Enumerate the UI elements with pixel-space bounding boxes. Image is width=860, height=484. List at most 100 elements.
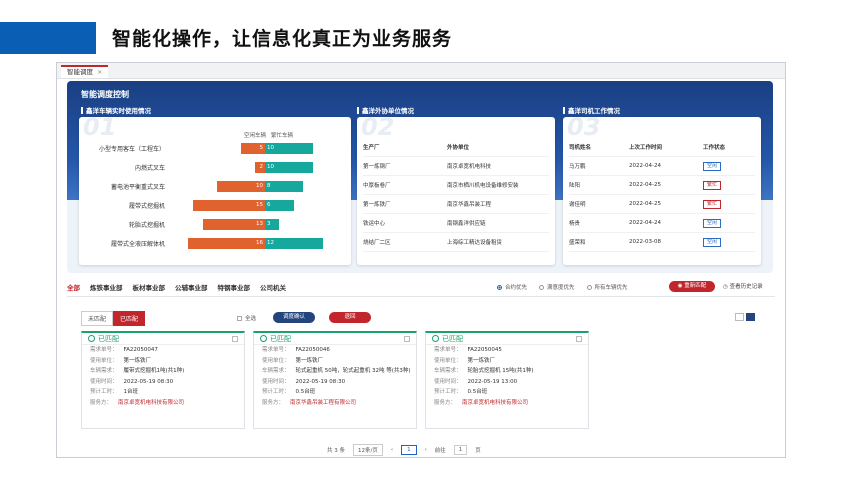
priority-radios: 合约优先 满意度优先 所有车辆优先 bbox=[497, 283, 628, 291]
field-value: FA22050046 bbox=[295, 347, 330, 353]
busy-bar: 3 bbox=[265, 219, 280, 230]
field-label: 预计工时： bbox=[90, 389, 118, 395]
panel-number: 01 bbox=[83, 117, 117, 141]
dept-tab[interactable]: 特钢事业部 bbox=[218, 282, 251, 292]
card-checkbox[interactable] bbox=[576, 336, 582, 342]
view-history-link[interactable]: ◷ 查看历史记录 bbox=[723, 282, 763, 290]
list-view-icon[interactable] bbox=[735, 313, 744, 321]
partner-cell: 上海综工精达设备租赁 bbox=[447, 240, 503, 246]
goto-page-input[interactable]: 1 bbox=[453, 445, 468, 455]
dispatch-confirm-button[interactable]: 调度确认 bbox=[273, 312, 315, 323]
pagination: 共 3 条 12条/页 ‹ 1 › 前往 1 页 bbox=[327, 444, 481, 456]
driver-name-cell: 陆阳 bbox=[569, 183, 581, 189]
field-label: 使用单位： bbox=[90, 357, 118, 364]
order-card[interactable]: 已匹配 需求单号： FA22050046 使用单位： 第一炼铁厂 车辆需求： 轮式起重机 5… bbox=[253, 331, 417, 429]
check-circle-icon bbox=[260, 335, 267, 342]
radio-own-vehicle-first[interactable]: 所有车辆优先 bbox=[586, 283, 628, 291]
vehicle-bar-row: 小型专用客车（工程车） 5 10 bbox=[79, 143, 349, 155]
field-label: 车辆需求： bbox=[90, 368, 118, 374]
busy-bar: 10 bbox=[265, 143, 313, 154]
field-label: 使用时间： bbox=[90, 378, 118, 385]
radio-icon bbox=[586, 285, 592, 290]
order-card-header: 已匹配 bbox=[82, 333, 244, 345]
partner-cell: 南钢鑫洋供应链 bbox=[447, 221, 486, 227]
card-checkbox[interactable] bbox=[404, 336, 410, 342]
busy-value: 12 bbox=[267, 240, 274, 246]
order-card[interactable]: 已匹配 需求单号： FA22050047 使用单位： 第一炼铁厂 车辆需求： 履带式挖掘机1… bbox=[81, 331, 245, 429]
field-label: 使用时间： bbox=[434, 378, 462, 385]
next-page-button[interactable]: › bbox=[425, 447, 427, 453]
field-label: 服务方： bbox=[262, 399, 285, 406]
table-header: 生产厂 外协单位 bbox=[363, 137, 549, 157]
radio-contract-first[interactable]: 合约优先 bbox=[497, 283, 527, 291]
rematch-button[interactable]: ◉ 重新匹配 bbox=[669, 281, 715, 292]
last-work-date-cell: 2022-04-25 bbox=[629, 182, 661, 188]
busy-bar: 10 bbox=[265, 162, 313, 173]
match-status-tabs: 未匹配 已匹配 bbox=[81, 311, 146, 326]
current-page[interactable]: 1 bbox=[401, 445, 417, 455]
idle-value: 16 bbox=[255, 240, 263, 246]
prev-page-button[interactable]: ‹ bbox=[391, 447, 393, 453]
table-row: 中厚板卷厂 南京市栖川机电设备维修安装 bbox=[363, 176, 549, 195]
match-status: 已匹配 bbox=[98, 335, 119, 343]
checkbox-icon bbox=[237, 316, 242, 321]
field-label: 预计工时： bbox=[434, 389, 462, 395]
idle-bar: 13 bbox=[202, 219, 265, 230]
panel-title-vehicles: 鑫洋车辆实时使用情况 bbox=[81, 105, 151, 115]
tab-bar: 智能调度 × bbox=[57, 63, 785, 79]
field-value: 南京华鑫吊装工程有限公司 bbox=[290, 399, 357, 406]
tab-dispatch[interactable]: 智能调度 × bbox=[61, 65, 109, 78]
radio-satisfaction-first[interactable]: 满意度优先 bbox=[539, 283, 575, 291]
radio-icon bbox=[539, 285, 545, 290]
dept-tab[interactable]: 公辅事业部 bbox=[175, 282, 208, 292]
legend-idle: 空闲车辆 bbox=[244, 133, 267, 139]
field-value: 2022-05-19 08:30 bbox=[123, 378, 174, 385]
order-field: 使用时间： 2022-05-19 08:30 bbox=[82, 377, 244, 388]
field-value: 轮式起重机 50吨，轮式起重机 32吨 等(共3种) bbox=[295, 368, 411, 374]
close-icon[interactable]: × bbox=[97, 68, 102, 76]
status-badge: 繁忙 bbox=[703, 180, 722, 190]
return-button[interactable]: 退回 bbox=[329, 312, 371, 323]
order-field: 需求单号： FA22050045 bbox=[426, 345, 588, 356]
order-field: 使用单位： 第一炼铁厂 bbox=[82, 356, 244, 367]
legend-busy: 繁忙车辆 bbox=[271, 133, 294, 139]
order-field: 车辆需求： 履带式挖掘机1吨(共1种) bbox=[82, 366, 244, 377]
vehicle-bar-row: 内燃式叉车 2 10 bbox=[79, 162, 349, 174]
table-row: 烧结厂二区 上海综工精达设备租赁 bbox=[363, 233, 549, 252]
field-value: 2022-05-19 08:30 bbox=[295, 378, 346, 385]
column-header: 外协单位 bbox=[447, 144, 470, 151]
total-count: 共 3 条 bbox=[327, 448, 345, 454]
match-status: 已匹配 bbox=[442, 335, 463, 343]
dept-tab[interactable]: 公司机关 bbox=[260, 282, 286, 292]
select-all-checkbox[interactable]: 全选 bbox=[237, 314, 256, 322]
field-value: 南京卓宽机电科技有限公司 bbox=[118, 399, 185, 406]
field-label: 服务方： bbox=[434, 399, 457, 406]
card-checkbox[interactable] bbox=[232, 336, 238, 342]
partner-table: 生产厂 外协单位 第一炼钢厂 南京卓宽机电科技 中厚板卷厂 南京市栖川机电设备维修安装… bbox=[363, 137, 549, 252]
vehicle-bar-row: 履带式全液压解体机 16 12 bbox=[79, 238, 349, 250]
page-size-select[interactable]: 12条/页 bbox=[353, 444, 383, 456]
field-label: 服务方： bbox=[90, 399, 113, 406]
radio-icon bbox=[497, 285, 502, 290]
tab-unmatched[interactable]: 未匹配 bbox=[81, 311, 114, 326]
field-label: 使用单位： bbox=[262, 357, 290, 364]
partner-cell: 南京市栖川机电设备维修安装 bbox=[447, 183, 519, 189]
busy-value: 8 bbox=[267, 183, 271, 189]
grid-view-icon[interactable] bbox=[746, 313, 755, 321]
column-header: 上次工作时间 bbox=[629, 144, 663, 151]
page-unit: 页 bbox=[475, 448, 481, 454]
tab-matched[interactable]: 已匹配 bbox=[113, 311, 146, 326]
tab-label: 智能调度 bbox=[67, 68, 93, 76]
field-label: 使用单位： bbox=[434, 357, 462, 364]
busy-value: 10 bbox=[267, 164, 274, 170]
order-card[interactable]: 已匹配 需求单号： FA22050045 使用单位： 第一炼铁厂 车辆需求： 轮胎式挖掘机 … bbox=[425, 331, 589, 429]
idle-bar: 15 bbox=[193, 200, 265, 211]
panel-title-partners: 鑫洋外协单位情况 bbox=[357, 105, 414, 115]
dept-tab[interactable]: 炼铁事业部 bbox=[90, 282, 123, 292]
field-value: FA22050045 bbox=[467, 347, 502, 353]
dept-tab[interactable]: 板材事业部 bbox=[133, 282, 166, 292]
dept-tab-all[interactable]: 全部 bbox=[67, 282, 80, 292]
field-label: 车辆需求： bbox=[434, 368, 462, 374]
idle-value: 15 bbox=[256, 202, 263, 208]
order-field: 需求单号： FA22050046 bbox=[254, 345, 416, 356]
